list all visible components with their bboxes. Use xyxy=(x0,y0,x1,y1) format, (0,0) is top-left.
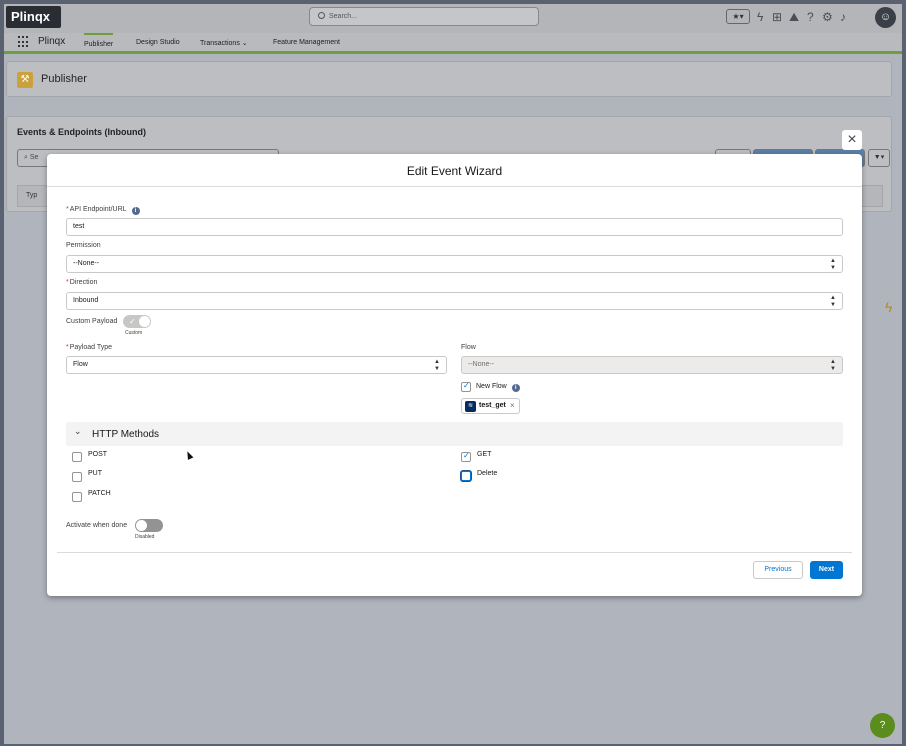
patch-checkbox[interactable] xyxy=(72,492,82,502)
tab-transactions-label: Transactions xyxy=(200,40,240,47)
select-caret-icon: ▲ ▼ xyxy=(830,359,836,372)
setup-gear-icon[interactable]: ⚙ xyxy=(822,9,833,25)
app-launcher-icon[interactable] xyxy=(18,36,30,48)
post-checkbox[interactable] xyxy=(72,452,82,462)
new-flow-label-text: New Flow xyxy=(476,383,507,390)
toggle-knob xyxy=(136,520,147,531)
list-title: Events & Endpoints (Inbound) xyxy=(17,127,146,137)
list-search-placeholder: Se xyxy=(29,154,39,161)
chevron-down-icon[interactable]: ⌄ xyxy=(242,40,248,47)
lightning-icon[interactable]: ϟ xyxy=(885,299,892,315)
delete-checkbox[interactable] xyxy=(461,471,471,481)
tab-publisher[interactable]: Publisher xyxy=(84,33,114,54)
notifications-bell-icon[interactable]: ♪ xyxy=(840,9,846,25)
tab-design-studio[interactable]: Design Studio xyxy=(136,39,180,46)
toggle-knob xyxy=(139,316,150,327)
permission-select[interactable]: --None-- ▲ ▼ xyxy=(66,255,843,273)
permission-value: --None-- xyxy=(73,260,100,267)
activate-state: Disabled xyxy=(135,534,155,540)
avatar[interactable]: ☺ xyxy=(875,7,896,28)
post-label: POST xyxy=(88,451,108,458)
info-icon[interactable]: i xyxy=(131,207,140,215)
add-icon[interactable]: ⊞ xyxy=(772,9,782,25)
wrench-icon: ⚒ xyxy=(17,72,33,88)
put-checkbox[interactable] xyxy=(72,472,82,482)
trailhead-icon[interactable]: ⛰ xyxy=(789,9,799,25)
activate-label: Activate when done xyxy=(66,522,128,529)
global-header: Plinqx Search... ★▾ ϟ ⊞ ⛰ ? ⚙ ♪ ☺ xyxy=(4,4,902,33)
previous-button[interactable]: Previous xyxy=(753,561,803,579)
global-search-input[interactable]: Search... xyxy=(309,7,539,26)
payload-type-label: *Payload Type xyxy=(66,344,113,351)
tab-feature-management[interactable]: Feature Management xyxy=(273,39,340,46)
patch-label: PATCH xyxy=(88,490,111,497)
payload-type-label-text: Payload Type xyxy=(69,344,113,351)
direction-select[interactable]: Inbound ▲ ▼ xyxy=(66,292,843,310)
select-caret-icon: ▲ ▼ xyxy=(434,359,440,372)
app-nav-bar: Plinqx Publisher Design Studio Transacti… xyxy=(4,33,902,54)
close-icon[interactable]: × xyxy=(842,130,862,150)
custom-payload-label: Custom Payload xyxy=(66,318,118,325)
flow-pill[interactable]: ≋ test_get × xyxy=(461,398,520,414)
app-logo[interactable]: Plinqx xyxy=(6,6,61,28)
delete-label: Delete xyxy=(477,470,498,477)
edit-event-modal: Edit Event Wizard *API Endpoint/URL i tes… xyxy=(47,154,862,596)
custom-payload-state: Custom xyxy=(125,330,143,336)
footer-divider xyxy=(57,552,852,553)
payload-type-value: Flow xyxy=(73,361,88,368)
activate-toggle[interactable] xyxy=(135,519,163,532)
help-fab-button[interactable]: ? xyxy=(870,713,895,738)
api-endpoint-label-text: API Endpoint/URL xyxy=(69,206,127,213)
api-endpoint-label: *API Endpoint/URL i xyxy=(66,206,140,215)
flow-select: --None-- ▲ ▼ xyxy=(461,356,843,374)
favorites-icon[interactable]: ★▾ xyxy=(726,9,750,24)
http-methods-section-header[interactable]: ⌄ HTTP Methods xyxy=(66,422,843,446)
direction-value: Inbound xyxy=(73,297,99,304)
next-button[interactable]: Next xyxy=(810,561,843,579)
http-methods-title: HTTP Methods xyxy=(92,429,160,440)
put-label: PUT xyxy=(88,470,102,477)
chevron-down-icon: ⌄ xyxy=(74,426,82,436)
lightning-icon[interactable]: ϟ xyxy=(757,9,763,25)
new-flow-label: New Flow i xyxy=(476,383,520,392)
info-icon[interactable]: i xyxy=(511,384,520,392)
flow-pill-label: test_get xyxy=(479,402,506,409)
flow-icon: ≋ xyxy=(465,401,476,412)
flow-value: --None-- xyxy=(468,361,495,368)
api-endpoint-input[interactable]: test xyxy=(66,218,843,236)
direction-label: *Direction xyxy=(66,279,98,286)
payload-type-select[interactable]: Flow ▲ ▼ xyxy=(66,356,447,374)
filter-icon[interactable]: ▼▾ xyxy=(868,149,890,167)
search-icon xyxy=(318,12,325,19)
flow-label: Flow xyxy=(461,344,476,351)
app-name: Plinqx xyxy=(38,36,66,47)
get-checkbox[interactable] xyxy=(461,451,471,462)
modal-title: Edit Event Wizard xyxy=(47,154,862,187)
page-title: Publisher xyxy=(41,73,87,85)
direction-label-text: Direction xyxy=(69,279,98,286)
get-label: GET xyxy=(477,451,492,458)
new-flow-checkbox[interactable] xyxy=(461,381,471,392)
custom-payload-toggle[interactable] xyxy=(123,315,151,328)
permission-label: Permission xyxy=(66,242,101,249)
select-caret-icon: ▲ ▼ xyxy=(830,258,836,271)
remove-icon[interactable]: × xyxy=(510,401,515,410)
select-caret-icon: ▲ ▼ xyxy=(830,295,836,308)
tab-transactions[interactable]: Transactions ⌄ xyxy=(200,39,248,47)
help-icon[interactable]: ? xyxy=(807,9,814,25)
page-header: ⚒ Publisher xyxy=(6,61,892,97)
search-placeholder: Search... xyxy=(329,13,358,20)
